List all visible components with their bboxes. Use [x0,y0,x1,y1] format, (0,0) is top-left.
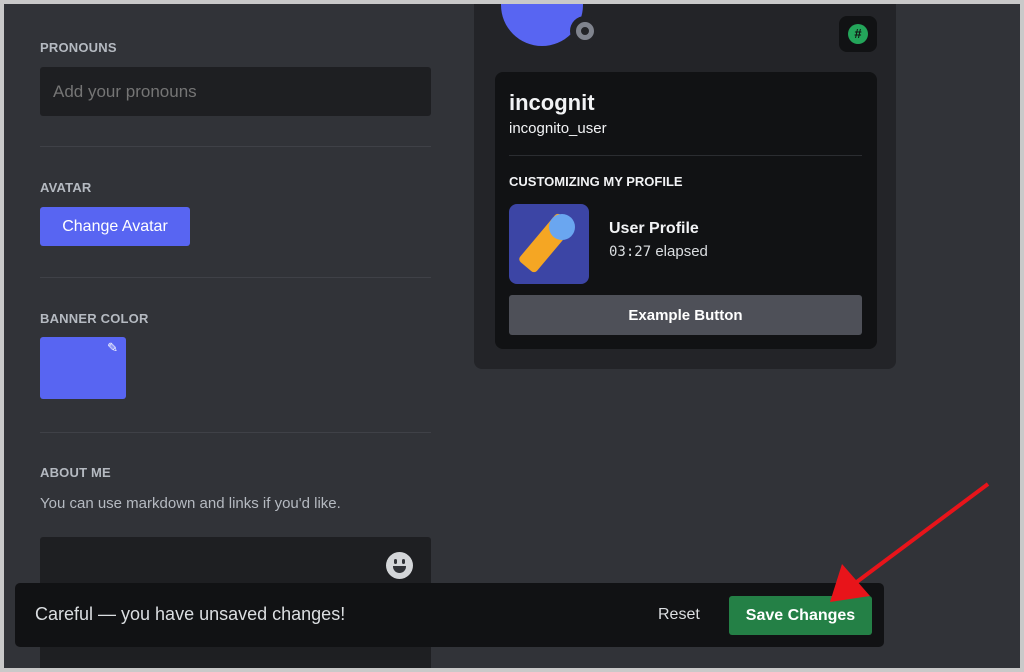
arrow-shaft [852,482,990,586]
arrow-head [830,564,870,602]
annotation-arrow [830,482,990,602]
profile-settings: PRONOUNS AVATAR Change Avatar BANNER COL… [4,4,1020,668]
